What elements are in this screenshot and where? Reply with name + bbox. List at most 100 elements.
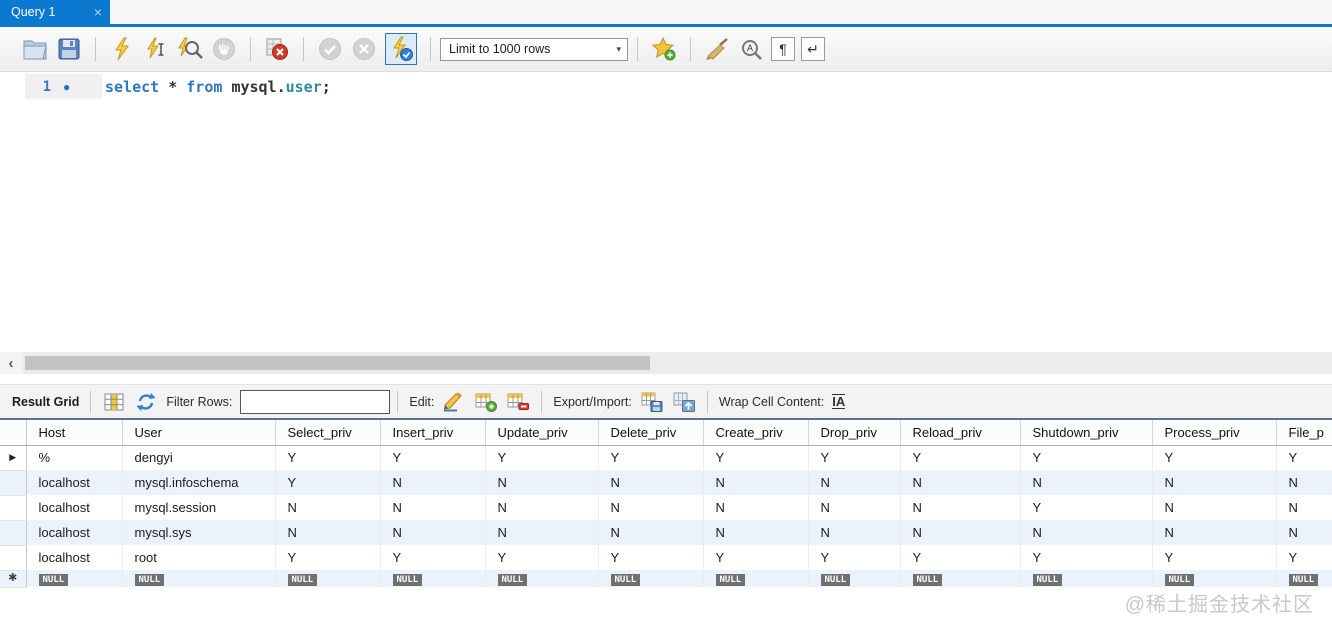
table-cell[interactable]: N bbox=[485, 495, 599, 520]
table-cell[interactable]: N bbox=[900, 495, 1021, 520]
table-cell[interactable]: Y bbox=[703, 445, 809, 470]
execute-icon[interactable] bbox=[108, 35, 136, 63]
table-cell[interactable]: Y bbox=[1276, 545, 1332, 570]
table-cell[interactable]: Y bbox=[703, 545, 809, 570]
row-selector[interactable] bbox=[0, 545, 27, 571]
open-file-icon[interactable] bbox=[21, 35, 49, 63]
sql-editor[interactable]: 1 ● select * from mysql. user ; bbox=[0, 72, 1332, 352]
row-selector[interactable] bbox=[0, 520, 27, 546]
table-cell[interactable]: NULL bbox=[485, 570, 599, 587]
row-selector[interactable] bbox=[0, 495, 27, 521]
new-row-marker[interactable]: ✱ bbox=[0, 570, 27, 588]
table-cell[interactable]: NULL bbox=[1152, 570, 1277, 587]
table-cell[interactable]: % bbox=[26, 445, 123, 470]
show-invisibles-icon[interactable]: ¶ bbox=[771, 37, 795, 61]
column-header[interactable]: User bbox=[122, 420, 276, 446]
column-header[interactable]: Shutdown_priv bbox=[1020, 420, 1153, 446]
table-cell[interactable]: Y bbox=[808, 545, 901, 570]
table-cell[interactable]: N bbox=[275, 495, 381, 520]
close-icon[interactable]: × bbox=[94, 5, 102, 19]
table-cell[interactable]: Y bbox=[808, 445, 901, 470]
table-cell[interactable]: N bbox=[808, 520, 901, 545]
table-cell[interactable]: NULL bbox=[26, 570, 123, 587]
table-cell[interactable]: Y bbox=[485, 545, 599, 570]
table-cell[interactable]: N bbox=[703, 495, 809, 520]
table-cell[interactable]: NULL bbox=[703, 570, 809, 587]
delete-row-icon[interactable] bbox=[505, 389, 531, 415]
beautify-icon[interactable] bbox=[703, 35, 731, 63]
column-header[interactable]: Update_priv bbox=[485, 420, 599, 446]
rollback-icon[interactable] bbox=[350, 35, 378, 63]
table-cell[interactable]: Y bbox=[380, 445, 486, 470]
table-cell[interactable]: N bbox=[598, 470, 704, 495]
autocommit-toggle-icon[interactable] bbox=[385, 33, 417, 65]
table-cell[interactable]: Y bbox=[1152, 545, 1277, 570]
table-cell[interactable]: Y bbox=[598, 545, 704, 570]
table-cell[interactable]: Y bbox=[598, 445, 704, 470]
new-snippet-icon[interactable] bbox=[650, 35, 678, 63]
stop-on-error-icon[interactable] bbox=[263, 35, 291, 63]
table-cell[interactable]: Y bbox=[380, 545, 486, 570]
import-icon[interactable] bbox=[671, 389, 697, 415]
table-cell[interactable]: N bbox=[1276, 520, 1332, 545]
table-cell[interactable]: N bbox=[1152, 495, 1277, 520]
table-cell[interactable]: Y bbox=[485, 445, 599, 470]
table-cell[interactable]: N bbox=[1276, 470, 1332, 495]
table-cell[interactable]: localhost bbox=[26, 545, 123, 570]
table-cell[interactable]: mysql.infoschema bbox=[122, 470, 276, 495]
edit-pencil-icon[interactable] bbox=[441, 389, 467, 415]
execute-current-icon[interactable] bbox=[142, 35, 170, 63]
table-cell[interactable]: localhost bbox=[26, 495, 123, 520]
table-cell[interactable]: N bbox=[1276, 495, 1332, 520]
explain-icon[interactable] bbox=[176, 35, 204, 63]
stop-icon[interactable] bbox=[210, 35, 238, 63]
table-cell[interactable]: N bbox=[1020, 520, 1153, 545]
table-cell[interactable]: N bbox=[380, 495, 486, 520]
refresh-icon[interactable] bbox=[133, 389, 159, 415]
table-cell[interactable]: N bbox=[808, 470, 901, 495]
column-header[interactable]: Host bbox=[26, 420, 123, 446]
table-cell[interactable]: Y bbox=[1020, 545, 1153, 570]
table-cell[interactable]: NULL bbox=[1276, 570, 1332, 587]
table-cell[interactable]: Y bbox=[1152, 445, 1277, 470]
table-cell[interactable]: N bbox=[900, 520, 1021, 545]
wrap-text-icon[interactable]: ↵ bbox=[801, 37, 825, 61]
table-cell[interactable]: mysql.sys bbox=[122, 520, 276, 545]
table-cell[interactable]: mysql.session bbox=[122, 495, 276, 520]
scrollbar-track[interactable] bbox=[22, 352, 1332, 374]
table-cell[interactable]: N bbox=[485, 520, 599, 545]
table-cell[interactable]: Y bbox=[900, 445, 1021, 470]
table-cell[interactable]: dengyi bbox=[122, 445, 276, 470]
table-cell[interactable]: N bbox=[703, 470, 809, 495]
column-header[interactable]: Reload_priv bbox=[900, 420, 1021, 446]
commit-icon[interactable] bbox=[316, 35, 344, 63]
find-icon[interactable]: A bbox=[737, 35, 765, 63]
table-cell[interactable]: N bbox=[808, 495, 901, 520]
table-cell[interactable]: Y bbox=[1020, 445, 1153, 470]
table-cell[interactable]: NULL bbox=[122, 570, 276, 587]
table-cell[interactable]: Y bbox=[1276, 445, 1332, 470]
table-cell[interactable]: NULL bbox=[380, 570, 486, 587]
wrap-cell-icon[interactable]: IA bbox=[832, 394, 846, 409]
table-cell[interactable]: NULL bbox=[598, 570, 704, 587]
column-header[interactable]: File_p bbox=[1276, 420, 1332, 446]
table-cell[interactable]: N bbox=[485, 470, 599, 495]
column-header[interactable]: Delete_priv bbox=[598, 420, 704, 446]
insert-row-icon[interactable] bbox=[473, 389, 499, 415]
table-cell[interactable]: N bbox=[380, 470, 486, 495]
table-cell[interactable]: Y bbox=[1020, 495, 1153, 520]
table-cell[interactable]: NULL bbox=[900, 570, 1021, 587]
table-cell[interactable]: N bbox=[900, 470, 1021, 495]
table-cell[interactable]: NULL bbox=[808, 570, 901, 587]
table-cell[interactable]: Y bbox=[275, 470, 381, 495]
column-header[interactable]: Create_priv bbox=[703, 420, 809, 446]
table-cell[interactable]: NULL bbox=[1020, 570, 1153, 587]
table-cell[interactable]: Y bbox=[275, 545, 381, 570]
table-cell[interactable]: N bbox=[275, 520, 381, 545]
table-cell[interactable]: N bbox=[598, 495, 704, 520]
export-icon[interactable] bbox=[639, 389, 665, 415]
save-icon[interactable] bbox=[55, 35, 83, 63]
table-cell[interactable]: N bbox=[1020, 470, 1153, 495]
table-cell[interactable]: N bbox=[598, 520, 704, 545]
limit-rows-dropdown[interactable]: Limit to 1000 rows ▾ bbox=[440, 37, 628, 61]
